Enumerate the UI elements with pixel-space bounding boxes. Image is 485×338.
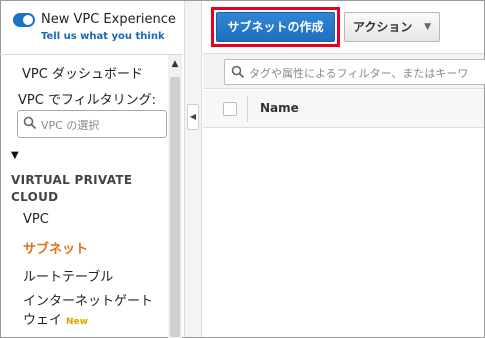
select-all-checkbox[interactable] <box>223 102 237 116</box>
sidebar-item-vpc[interactable]: VPC <box>23 212 49 227</box>
new-experience-toggle[interactable] <box>13 13 35 27</box>
search-icon <box>23 116 37 130</box>
actions-label: アクション <box>353 20 413 34</box>
table-header: Name <box>203 90 484 128</box>
panel-splitter[interactable]: ◀ <box>184 1 202 337</box>
section-title-vpc: VIRTUAL PRIVATE CLOUD <box>11 173 133 204</box>
toggle-knob <box>23 15 33 25</box>
scrollbar-thumb[interactable] <box>170 77 180 337</box>
chevron-down-icon: ▼ <box>424 22 431 32</box>
collapse-caret-icon[interactable]: ▼ <box>11 150 19 161</box>
sidebar-item-route-tables[interactable]: ルートテーブル <box>23 266 113 285</box>
feedback-link[interactable]: Tell us what you think <box>41 31 165 42</box>
sidebar-item-label: インターネットゲートウェイ <box>23 294 154 328</box>
column-header-name[interactable]: Name <box>260 101 299 115</box>
actions-button[interactable]: アクション ▼ <box>344 12 440 42</box>
sidebar-scrollbar[interactable]: ▲ <box>168 55 182 338</box>
toolbar: サブネットの作成 アクション ▼ <box>203 1 484 51</box>
experience-title: New VPC Experience <box>41 12 176 27</box>
new-badge: New <box>66 317 88 327</box>
column-divider <box>247 96 248 122</box>
experience-banner: New VPC Experience Tell us what you thin… <box>1 1 184 51</box>
vpc-filter-label: VPC でフィルタリング: <box>18 93 157 108</box>
collapse-left-arrow-icon[interactable]: ◀ <box>187 104 199 130</box>
sidebar-item-dashboard[interactable]: VPC ダッシュボード <box>22 63 143 82</box>
filter-placeholder: タグや属性によるフィルター、またはキーワ <box>249 67 469 80</box>
main-panel: サブネットの作成 アクション ▼ タグや属性によるフィルター、またはキーワ Na… <box>203 1 485 337</box>
sidebar-item-subnets[interactable]: サブネット <box>23 238 88 257</box>
sidebar-item-internet-gateways[interactable]: インターネットゲートウェイ New <box>23 292 163 332</box>
create-subnet-button[interactable]: サブネットの作成 <box>216 12 335 42</box>
filter-input[interactable]: タグや属性によるフィルター、またはキーワ <box>224 59 485 85</box>
filter-bar: タグや属性によるフィルター、またはキーワ <box>203 53 485 89</box>
scroll-up-arrow-icon[interactable]: ▲ <box>168 59 182 73</box>
vpc-select-placeholder: VPC の選択 <box>41 119 100 132</box>
search-icon <box>231 65 245 79</box>
vpc-select-input[interactable]: VPC の選択 <box>17 110 167 138</box>
